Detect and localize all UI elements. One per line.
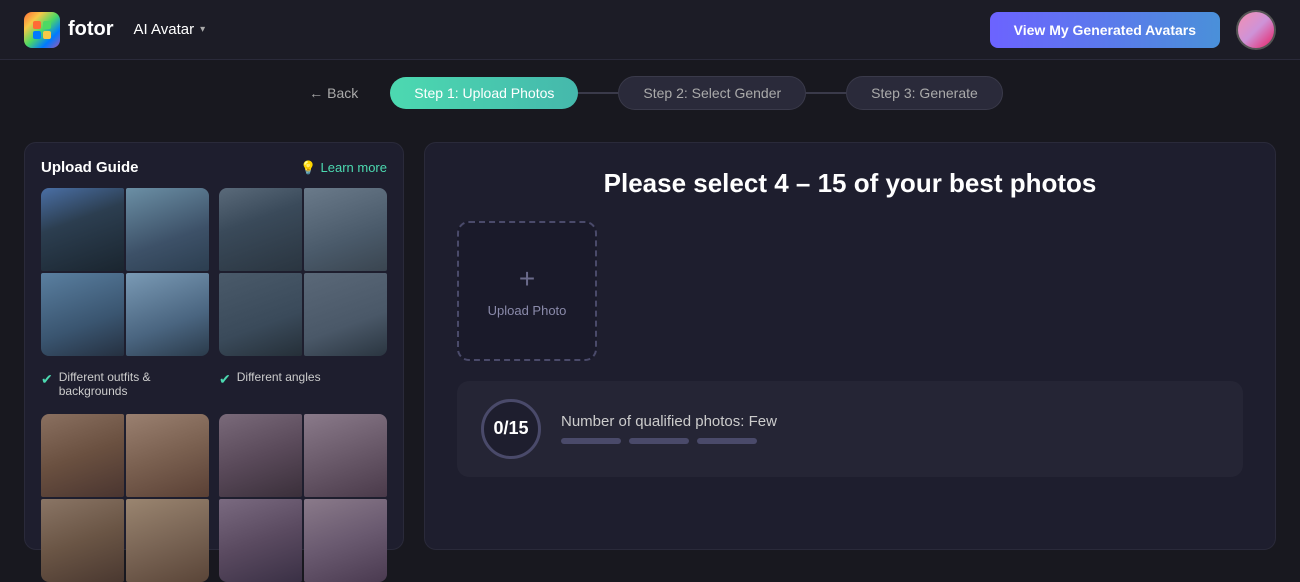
upload-photo-label: Upload Photo [488,303,567,318]
upload-photos-area: + Upload Photo [457,221,1243,361]
count-info: Number of qualified photos: Few [561,413,1219,444]
guide-photo-cell [126,414,209,497]
progress-bar-2 [629,438,689,444]
guide-photo-cell [304,499,387,582]
count-badge: 0/15 [481,399,541,459]
header-right: View My Generated Avatars [990,10,1276,50]
step2-label: Step 2: Select Gender [643,85,781,101]
guide-header: Upload Guide 💡 Learn more [41,159,387,176]
view-avatars-button[interactable]: View My Generated Avatars [990,12,1220,48]
step1-tab[interactable]: Step 1: Upload Photos [390,77,578,109]
progress-bar-1 [561,438,621,444]
guide-image-group-1 [41,188,209,356]
guide-image-group-3 [41,414,209,582]
guide-photo-cell [219,188,302,271]
guide-label-outfits: ✔ Different outfits & backgrounds [41,370,209,402]
plus-icon: + [519,263,535,295]
guide-photo-cell [219,414,302,497]
upload-guide-panel: Upload Guide 💡 Learn more [24,142,404,550]
guide-photo-cell [41,499,124,582]
upload-photo-button[interactable]: + Upload Photo [457,221,597,361]
header-left: fotor AI Avatar ▾ [24,12,213,48]
step-connector-2 [806,92,846,94]
main-content: Upload Guide 💡 Learn more [0,126,1300,566]
guide-title: Upload Guide [41,159,139,176]
guide-image-group-4 [219,414,387,582]
ai-avatar-button[interactable]: AI Avatar ▾ [126,17,214,42]
count-text: 0/15 [493,418,528,439]
logo-icon [24,12,60,48]
guide-photo-cell [126,188,209,271]
app-header: fotor AI Avatar ▾ View My Generated Avat… [0,0,1300,60]
steps-bar: ← Back Step 1: Upload Photos Step 2: Sel… [0,60,1300,126]
guide-label-angles: ✔ Different angles [219,370,387,402]
guide-photo-cell [126,273,209,356]
guide-label-text-1: Different outfits & backgrounds [59,370,151,398]
check-icon-2: ✔ [219,371,231,388]
step1-label: Step 1: Upload Photos [414,85,554,101]
guide-photo-cell [304,414,387,497]
step3-tab[interactable]: Step 3: Generate [846,76,1003,110]
panel-title: Please select 4 – 15 of your best photos [457,167,1243,201]
guide-images-grid-bottom [41,414,387,582]
back-label: Back [327,85,358,101]
guide-photo-cell [41,273,124,356]
guide-images-grid [41,188,387,356]
guide-photo-cell [41,414,124,497]
back-button[interactable]: ← Back [297,79,370,107]
user-avatar[interactable] [1236,10,1276,50]
guide-photo-cell [126,499,209,582]
guide-image-group-2 [219,188,387,356]
guide-photo-cell [219,273,302,356]
chevron-down-icon: ▾ [200,24,205,35]
step2-tab[interactable]: Step 2: Select Gender [618,76,806,110]
ai-avatar-label: AI Avatar [134,21,195,38]
guide-photo-cell [304,273,387,356]
back-arrow-icon: ← [309,85,323,101]
logo-text: fotor [68,18,114,41]
lightbulb-icon: 💡 [300,160,316,176]
logo: fotor [24,12,114,48]
step-connector-1 [578,92,618,94]
progress-bars [561,438,1219,444]
guide-photo-cell [219,499,302,582]
guide-photo-cell [41,188,124,271]
check-icon-1: ✔ [41,371,53,388]
upload-main-panel: Please select 4 – 15 of your best photos… [424,142,1276,550]
photo-count-bar: 0/15 Number of qualified photos: Few [457,381,1243,477]
learn-more-text: Learn more [321,160,387,175]
learn-more-link[interactable]: 💡 Learn more [300,160,387,176]
qualified-label: Number of qualified photos: Few [561,413,1219,430]
step3-label: Step 3: Generate [871,85,978,101]
progress-bar-3 [697,438,757,444]
guide-photo-cell [304,188,387,271]
guide-label-text-2: Different angles [237,370,321,384]
